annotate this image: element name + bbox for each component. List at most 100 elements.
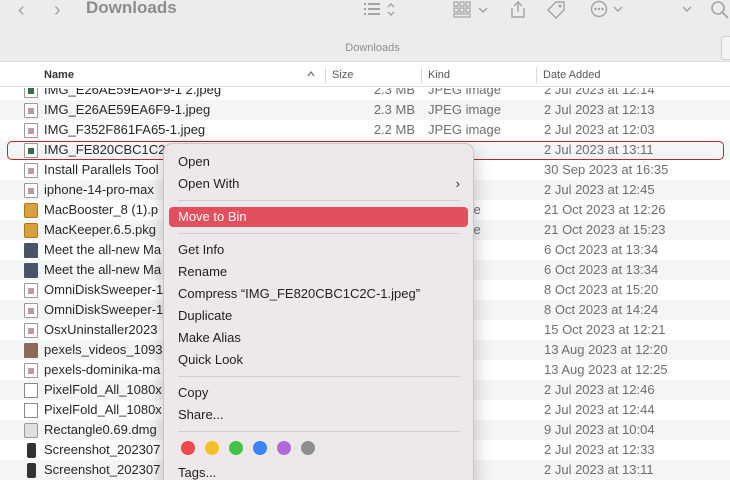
file-date: 2 Jul 2023 at 12:46 <box>544 382 655 397</box>
column-date-added[interactable]: Date Added <box>543 69 601 81</box>
package-icon <box>24 203 38 218</box>
file-date: 30 Sep 2023 at 16:35 <box>544 162 669 177</box>
menu-item-get-info[interactable]: Get Info <box>169 240 468 260</box>
menu-item-open-with-label: Open With <box>178 176 240 191</box>
file-date: 2 Jul 2023 at 12:44 <box>544 402 655 417</box>
more-actions-icon[interactable] <box>590 0 626 20</box>
file-name: iphone-14-pro-max <box>44 182 154 197</box>
phone-icon <box>27 463 36 478</box>
file-name: pexels-dominika-ma <box>44 362 161 377</box>
file-kind: JPEG image <box>428 102 501 117</box>
menu-item-share[interactable]: Share... <box>169 405 468 425</box>
share-icon[interactable] <box>508 0 528 20</box>
file-kind: JPEG image <box>428 88 501 97</box>
file-name: PixelFold_All_1080x <box>44 402 162 417</box>
list-view-icon[interactable] <box>362 0 404 20</box>
file-name: IMG_E26AE59EA6F9-1.jpeg <box>44 102 211 117</box>
column-header: Name Size Kind Date Added <box>0 63 730 87</box>
file-date: 2 Jul 2023 at 12:03 <box>544 122 655 137</box>
menu-item-duplicate[interactable]: Duplicate <box>169 306 468 326</box>
column-name[interactable]: Name <box>44 69 74 81</box>
file-name: pexels_videos_1093 <box>44 342 163 357</box>
menu-item-rename[interactable]: Rename <box>169 262 468 282</box>
screenshot-icon <box>24 403 38 418</box>
forward-chevron-icon[interactable]: › <box>54 0 61 21</box>
jpeg-icon <box>24 123 38 138</box>
menu-item-make-alias[interactable]: Make Alias <box>169 328 468 348</box>
file-name: Screenshot_202307 <box>44 442 161 457</box>
grid-view-icon[interactable] <box>452 0 492 20</box>
menu-item-compress[interactable]: Compress “IMG_FE820CBC1C2C-1.jpeg” <box>169 284 468 304</box>
file-name: IMG_FE820CBC1C2 <box>44 142 166 157</box>
phone-icon <box>27 443 36 458</box>
tag-gray-dot[interactable] <box>301 441 315 455</box>
file-date: 21 Oct 2023 at 12:26 <box>544 202 666 217</box>
tag-green-dot[interactable] <box>229 441 243 455</box>
file-row[interactable]: IMG_F352F861FA65-1.jpeg 2.2 MB JPEG imag… <box>0 120 730 140</box>
movie-icon <box>24 243 38 258</box>
file-date: 15 Oct 2023 at 12:21 <box>544 322 666 337</box>
file-name: IMG_F352F861FA65-1.jpeg <box>44 122 206 137</box>
file-name: PixelFold_All_1080x <box>44 382 162 397</box>
document-icon <box>24 163 38 178</box>
file-name: MacBooster_8 (1).p <box>44 202 159 217</box>
back-chevron-icon[interactable]: ‹ <box>18 0 25 21</box>
column-divider[interactable] <box>421 67 422 83</box>
package-icon <box>24 223 38 238</box>
file-date: 8 Oct 2023 at 14:24 <box>544 302 659 317</box>
menu-item-copy[interactable]: Copy <box>169 383 468 403</box>
file-date: 6 Oct 2023 at 13:34 <box>544 242 659 257</box>
file-name: Screenshot_202307 <box>44 462 161 477</box>
document-icon <box>24 283 38 298</box>
document-icon <box>24 363 38 378</box>
document-icon <box>24 303 38 318</box>
menu-item-move-to-bin[interactable]: Move to Bin <box>169 207 468 227</box>
file-date: 6 Oct 2023 at 13:34 <box>544 262 659 277</box>
file-name: OmniDiskSweeper-1 <box>44 302 164 317</box>
file-row[interactable]: IMG_E26AE59EA6F9-1.jpeg 2.3 MB JPEG imag… <box>0 100 730 120</box>
file-name: OsxUninstaller2023 <box>44 322 158 337</box>
file-date: 2 Jul 2023 at 12:45 <box>544 182 655 197</box>
photo-icon <box>24 343 38 358</box>
jpeg-icon <box>24 103 38 118</box>
file-date: 2 Jul 2023 at 13:11 <box>544 142 654 157</box>
menu-item-tags[interactable]: Tags... <box>169 463 468 480</box>
file-date: 13 Aug 2023 at 12:20 <box>544 342 668 357</box>
sidebar-edge[interactable] <box>721 36 730 60</box>
file-size: 2.3 MB <box>373 88 415 97</box>
menu-item-open[interactable]: Open <box>169 152 468 172</box>
sort-ascending-icon[interactable] <box>306 69 316 82</box>
menu-item-quick-look[interactable]: Quick Look <box>169 350 468 370</box>
window-title: Downloads <box>86 0 177 17</box>
file-name: Install Parallels Tool <box>44 162 159 177</box>
search-icon[interactable] <box>710 0 730 20</box>
tag-yellow-dot[interactable] <box>205 441 219 455</box>
menu-separator <box>178 376 460 377</box>
screenshot-icon <box>24 383 38 398</box>
file-date: 9 Jul 2023 at 10:04 <box>544 422 655 437</box>
tag-purple-dot[interactable] <box>277 441 291 455</box>
menu-item-open-with[interactable]: Open With › <box>169 174 468 194</box>
tag-icon[interactable] <box>545 0 567 20</box>
document-icon <box>24 183 38 198</box>
file-name: Meet the all-new Ma <box>44 262 162 277</box>
tag-blue-dot[interactable] <box>253 441 267 455</box>
file-row[interactable]: IMG_E26AE59EA6F9-1 2.jpeg 2.3 MB JPEG im… <box>0 88 730 100</box>
column-kind[interactable]: Kind <box>428 69 450 81</box>
document-icon <box>24 323 38 338</box>
overflow-chevron-icon[interactable] <box>680 2 694 19</box>
file-date: 8 Oct 2023 at 15:20 <box>544 282 659 297</box>
file-name: IMG_E26AE59EA6F9-1 2.jpeg <box>44 88 222 97</box>
file-size: 2.3 MB <box>373 102 415 117</box>
tag-red-dot[interactable] <box>181 441 195 455</box>
column-size[interactable]: Size <box>332 69 353 81</box>
menu-separator <box>178 200 460 201</box>
finder-toolbar: ‹ › Downloads <box>0 0 730 38</box>
menu-separator <box>178 431 460 432</box>
column-divider[interactable] <box>536 67 537 83</box>
path-bar: Downloads <box>0 38 730 62</box>
jpeg-icon <box>24 143 38 158</box>
menu-separator <box>178 233 460 234</box>
file-name: OmniDiskSweeper-1 <box>44 282 164 297</box>
column-divider[interactable] <box>325 67 326 83</box>
